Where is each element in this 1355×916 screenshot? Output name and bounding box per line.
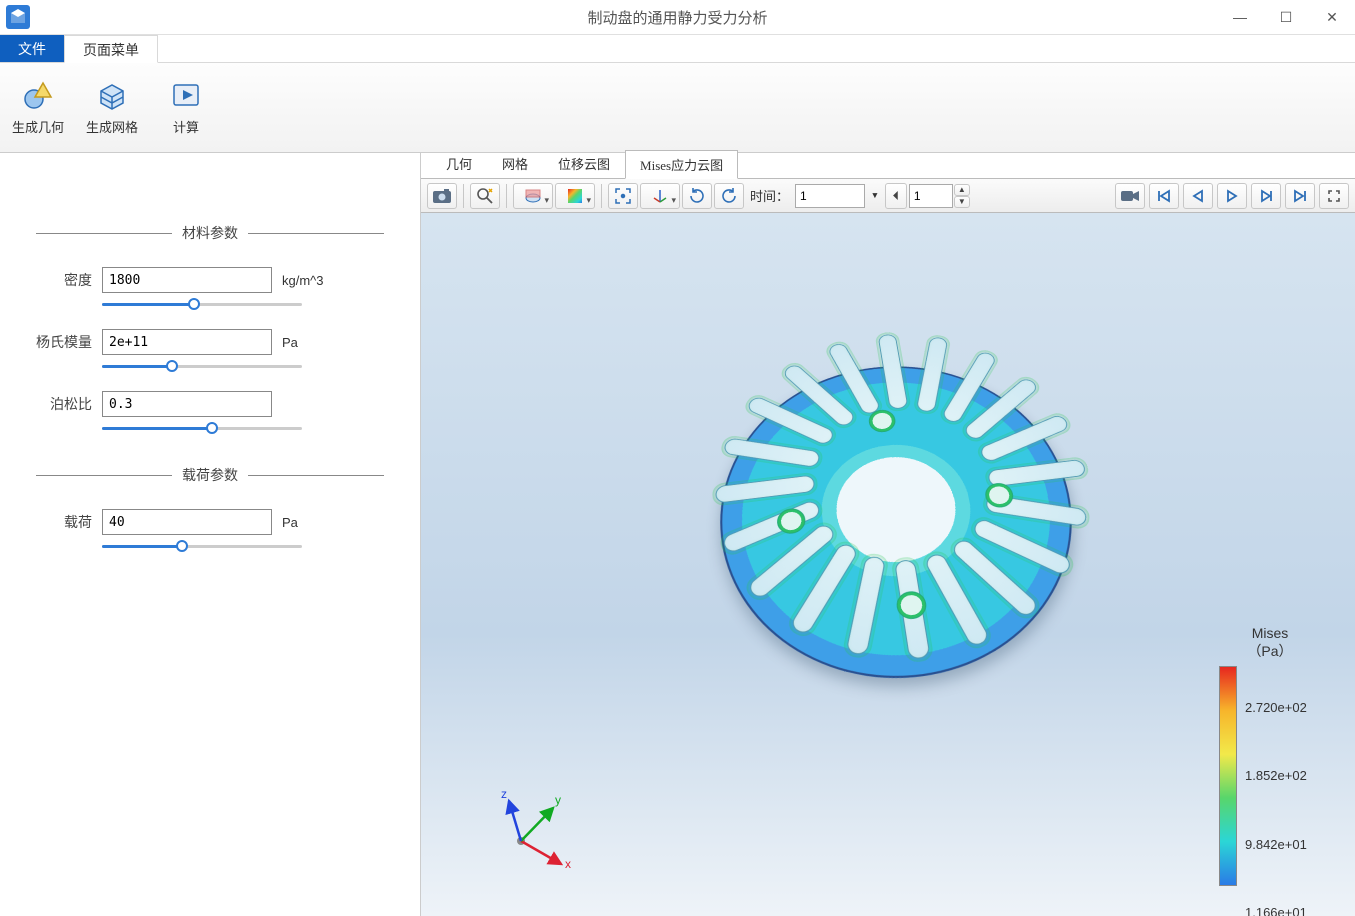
param-load: 载荷 Pa	[36, 509, 384, 535]
brake-disc-model	[721, 333, 1071, 683]
next-frame-button[interactable]	[1251, 183, 1281, 209]
frame-back-button[interactable]: ⏴	[885, 183, 907, 209]
load-label: 载荷	[36, 512, 92, 532]
legend-bar	[1219, 666, 1237, 886]
svg-text:x: x	[565, 857, 571, 871]
poisson-label: 泊松比	[36, 394, 92, 414]
legend-tick-0: 2.720e+02	[1245, 700, 1307, 715]
mesh-icon	[95, 79, 129, 113]
section-material: 材料参数	[36, 223, 384, 243]
menu-file[interactable]: 文件	[0, 35, 64, 62]
app-icon	[6, 5, 30, 29]
youngs-label: 杨氏模量	[36, 332, 92, 352]
tab-mises[interactable]: Mises应力云图	[625, 150, 738, 179]
titlebar: 制动盘的通用静力受力分析 — ☐ ✕	[0, 0, 1355, 35]
last-frame-button[interactable]	[1285, 183, 1315, 209]
snapshot-button[interactable]	[427, 183, 457, 209]
compute-label: 计算	[173, 117, 199, 136]
youngs-slider[interactable]	[102, 359, 302, 373]
rotate-cw-button[interactable]	[714, 183, 744, 209]
fit-view-button[interactable]	[608, 183, 638, 209]
viewport-canvas[interactable]: x y z Mises （Pa） 2.720e+02 1.852e+02 9.8…	[421, 213, 1355, 916]
rotate-ccw-button[interactable]	[682, 183, 712, 209]
minimize-button[interactable]: —	[1217, 0, 1263, 35]
color-legend: Mises （Pa） 2.720e+02 1.852e+02 9.842e+01…	[1215, 624, 1325, 886]
compute-icon	[169, 79, 203, 113]
load-unit: Pa	[282, 515, 298, 530]
time-select[interactable]	[795, 184, 865, 208]
poisson-slider[interactable]	[102, 421, 302, 435]
time-label: 时间：	[750, 186, 789, 205]
density-input[interactable]	[102, 267, 272, 293]
param-density: 密度 kg/m^3	[36, 267, 384, 293]
first-frame-button[interactable]	[1149, 183, 1179, 209]
prev-frame-button[interactable]	[1183, 183, 1213, 209]
ribbon: 生成几何 生成网格 计算	[0, 63, 1355, 153]
poisson-input[interactable]	[102, 391, 272, 417]
play-button[interactable]	[1217, 183, 1247, 209]
load-input[interactable]	[102, 509, 272, 535]
legend-unit: （Pa）	[1215, 642, 1325, 660]
youngs-unit: Pa	[282, 335, 298, 350]
svg-text:z: z	[501, 787, 507, 801]
legend-tick-1: 1.852e+02	[1245, 768, 1307, 783]
viewer: 几何 网格 位移云图 Mises应力云图 时间： ▾ ⏴ ▲ ▼	[420, 153, 1355, 916]
maximize-button[interactable]: ☐	[1263, 0, 1309, 35]
geometry-icon	[21, 79, 55, 113]
density-label: 密度	[36, 270, 92, 290]
generate-mesh-button[interactable]: 生成网格	[82, 75, 142, 140]
window-controls: — ☐ ✕	[1217, 0, 1355, 35]
legend-title: Mises	[1215, 624, 1325, 642]
clip-button[interactable]	[513, 183, 553, 209]
param-youngs: 杨氏模量 Pa	[36, 329, 384, 355]
svg-text:y: y	[555, 793, 561, 807]
param-poisson: 泊松比	[36, 391, 384, 417]
axis-orientation-button[interactable]	[640, 183, 680, 209]
youngs-input[interactable]	[102, 329, 272, 355]
load-slider[interactable]	[102, 539, 302, 553]
window-title: 制动盘的通用静力受力分析	[0, 7, 1355, 28]
generate-geometry-button[interactable]: 生成几何	[8, 75, 68, 140]
record-button[interactable]	[1115, 183, 1145, 209]
expand-button[interactable]	[1319, 183, 1349, 209]
tab-displacement[interactable]: 位移云图	[543, 149, 625, 178]
frame-up-button[interactable]: ▲	[954, 184, 970, 196]
density-slider[interactable]	[102, 297, 302, 311]
sidebar: 材料参数 密度 kg/m^3 杨氏模量 Pa 泊松比 载荷参数 载荷	[0, 153, 420, 916]
legend-tick-2: 9.842e+01	[1245, 837, 1307, 852]
colormap-button[interactable]	[555, 183, 595, 209]
tab-geometry[interactable]: 几何	[431, 149, 487, 178]
axis-triad: x y z	[491, 786, 581, 876]
frame-input[interactable]	[909, 184, 953, 208]
legend-tick-3: 1.166e+01	[1245, 905, 1307, 916]
main: 材料参数 密度 kg/m^3 杨氏模量 Pa 泊松比 载荷参数 载荷	[0, 153, 1355, 916]
viewer-tabs: 几何 网格 位移云图 Mises应力云图	[421, 153, 1355, 179]
close-button[interactable]: ✕	[1309, 0, 1355, 35]
density-unit: kg/m^3	[282, 273, 324, 288]
frame-down-button[interactable]: ▼	[954, 196, 970, 208]
tab-mesh[interactable]: 网格	[487, 149, 543, 178]
menu-page[interactable]: 页面菜单	[64, 35, 158, 63]
generate-mesh-label: 生成网格	[86, 117, 138, 136]
menu-tabs: 文件 页面菜单	[0, 35, 1355, 63]
section-load: 载荷参数	[36, 465, 384, 485]
zoom-button[interactable]	[470, 183, 500, 209]
compute-button[interactable]: 计算	[156, 75, 216, 140]
generate-geometry-label: 生成几何	[12, 117, 64, 136]
viewer-toolbar: 时间： ▾ ⏴ ▲ ▼	[421, 179, 1355, 213]
